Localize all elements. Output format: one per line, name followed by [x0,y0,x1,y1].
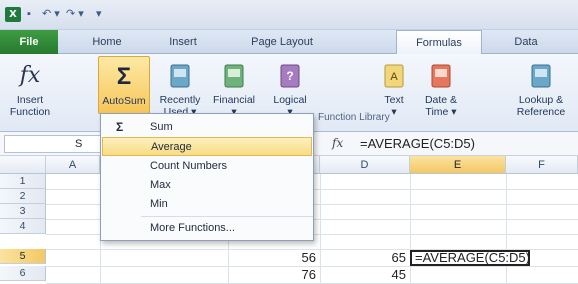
active-cell-e5[interactable]: =AVERAGE(C5:D5) [410,250,530,266]
column-header-f[interactable]: F [506,156,578,174]
row-header-4[interactable]: 4 [0,219,46,234]
financial-label: Financial [212,94,256,106]
column-header-d[interactable]: D [320,156,410,174]
row-header-1[interactable]: 1 [0,174,46,189]
menu-item-max[interactable]: Max [102,176,312,195]
menu-item-min[interactable]: Min [102,195,312,214]
row-header-3[interactable]: 3 [0,204,46,219]
insert-function-button[interactable]: fx Insert Function [2,56,58,128]
formula-input[interactable]: =AVERAGE(C5:D5) [360,132,475,156]
text-book-icon: A [384,64,404,88]
quick-access-toolbar: X ▪ ↶ ▾ ↷ ▾ ▾ [0,0,578,30]
function-library-group-label: Function Library [318,112,390,123]
sigma-icon: Σ [116,120,124,134]
cell-c6[interactable]: 76 [228,267,320,282]
cell-d6[interactable]: 45 [320,267,410,282]
logical-book-icon: ? [280,64,300,88]
lookup-label: Lookup & [518,94,564,106]
redo-icon[interactable]: ↷ ▾ [66,7,84,22]
tab-formulas[interactable]: Formulas [396,30,482,55]
fx-formula-icon[interactable]: fx [332,136,343,150]
row-header-6[interactable]: 6 [0,266,46,281]
menu-item-average[interactable]: Average [102,137,312,156]
row-header-5[interactable]: 5 [0,249,46,264]
ribbon-tabs: File Home Insert Page Layout Formulas Da… [0,30,578,55]
lookup-reference-button[interactable]: Lookup & Reference [508,56,574,128]
menu-item-label: Average [151,141,192,153]
menu-item-label: Max [150,179,171,191]
svg-text:?: ? [286,69,293,83]
date-time-button[interactable]: Date & Time ▾ [416,56,466,128]
autosum-label: AutoSum [102,95,146,107]
date-time-label-2: Time ▾ [425,106,457,118]
date-book-icon [431,64,451,88]
recently-used-label: Recently [159,94,201,106]
lookup-book-icon [531,64,551,88]
column-header-a[interactable]: A [46,156,100,174]
logical-label: Logical [273,94,307,106]
grid-line [410,174,411,284]
menu-item-more-functions[interactable]: More Functions... [102,219,312,238]
svg-text:A: A [390,71,398,83]
menu-item-label: Count Numbers [150,160,228,172]
tab-home[interactable]: Home [72,30,142,54]
undo-icon[interactable]: ↶ ▾ [42,7,60,22]
save-icon[interactable]: ▪ [27,7,31,22]
menu-separator [141,216,313,217]
autosum-button[interactable]: Σ AutoSum [98,56,150,114]
select-all-corner[interactable] [0,156,46,174]
tab-page-layout[interactable]: Page Layout [226,30,338,54]
customize-qat-icon[interactable]: ▾ [96,7,102,22]
menu-item-sum[interactable]: Σ Sum [102,118,312,137]
menu-item-label: Sum [150,121,173,133]
text-label: Text [384,94,404,106]
insert-function-label: Insert [16,94,44,106]
fx-icon: fx [19,63,41,88]
column-header-e[interactable]: E [410,156,506,174]
menu-item-label: More Functions... [150,222,235,234]
insert-function-label-2: Function [9,106,51,118]
row-header-2[interactable]: 2 [0,189,46,204]
book-icon [170,64,190,88]
tab-file[interactable]: File [0,30,58,54]
cell-c5[interactable]: 56 [228,250,320,265]
cell-d5[interactable]: 65 [320,250,410,265]
sigma-icon: Σ [116,63,132,90]
tab-data[interactable]: Data [494,30,558,54]
menu-item-count-numbers[interactable]: Count Numbers [102,157,312,176]
autosum-dropdown-menu: Σ Sum Average Count Numbers Max Min More… [100,113,314,241]
excel-logo-icon: X [5,7,21,22]
financial-book-icon [224,64,244,88]
tab-insert[interactable]: Insert [150,30,216,54]
date-time-label: Date & [424,94,458,106]
grid-line [506,174,507,284]
menu-item-label: Min [150,198,168,210]
lookup-label-2: Reference [516,106,566,118]
